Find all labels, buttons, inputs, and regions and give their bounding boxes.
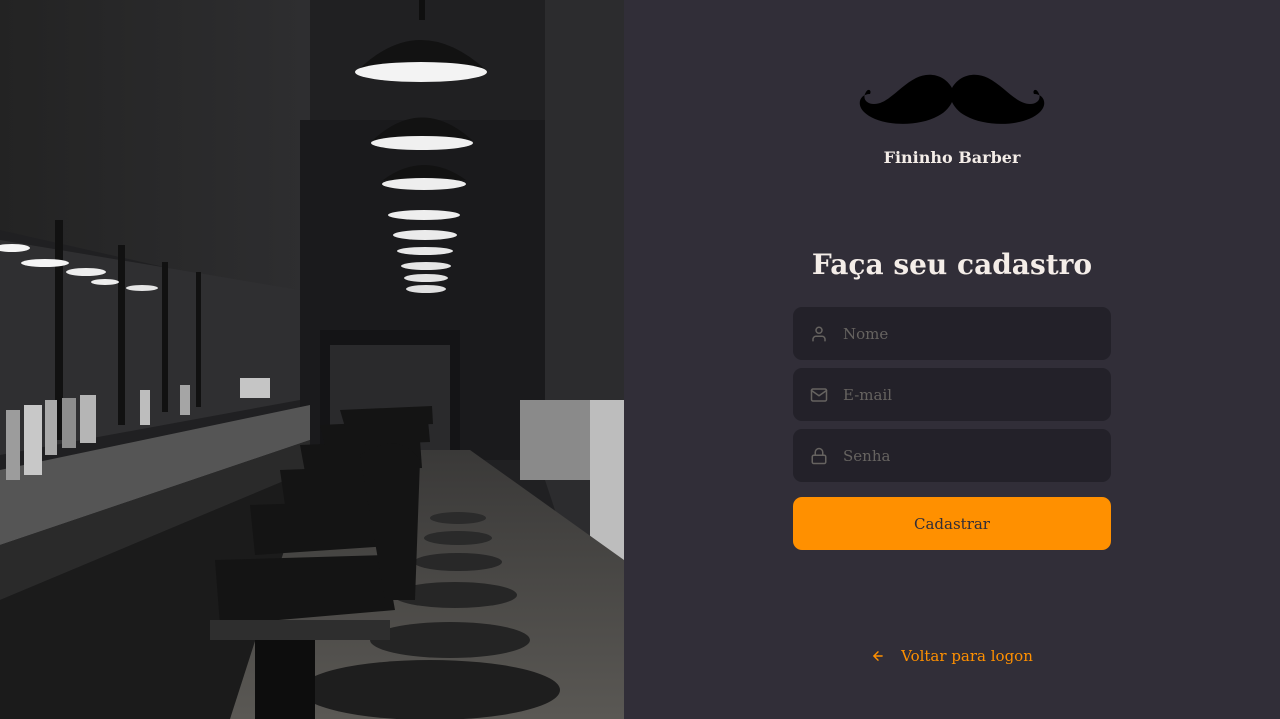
form-title: Faça seu cadastro — [811, 248, 1093, 281]
name-input[interactable] — [843, 307, 1111, 360]
mail-icon — [809, 385, 829, 405]
email-field[interactable] — [793, 368, 1111, 421]
user-icon — [809, 324, 829, 344]
back-to-logon-link[interactable]: Voltar para logon — [624, 647, 1280, 665]
password-field[interactable] — [793, 429, 1111, 482]
brand-name: Fininho Barber — [883, 148, 1021, 167]
background-photo — [0, 0, 624, 719]
email-input[interactable] — [843, 368, 1111, 421]
name-field[interactable] — [793, 307, 1111, 360]
lock-icon — [809, 446, 829, 466]
mustache-icon — [859, 74, 1045, 124]
password-input[interactable] — [843, 429, 1111, 482]
arrow-left-icon — [871, 649, 885, 663]
barbershop-image — [0, 0, 624, 719]
signup-button[interactable]: Cadastrar — [793, 497, 1111, 550]
back-link-label: Voltar para logon — [901, 647, 1033, 665]
signup-panel: Fininho Barber Faça seu cadastro Nome E-… — [624, 0, 1280, 719]
